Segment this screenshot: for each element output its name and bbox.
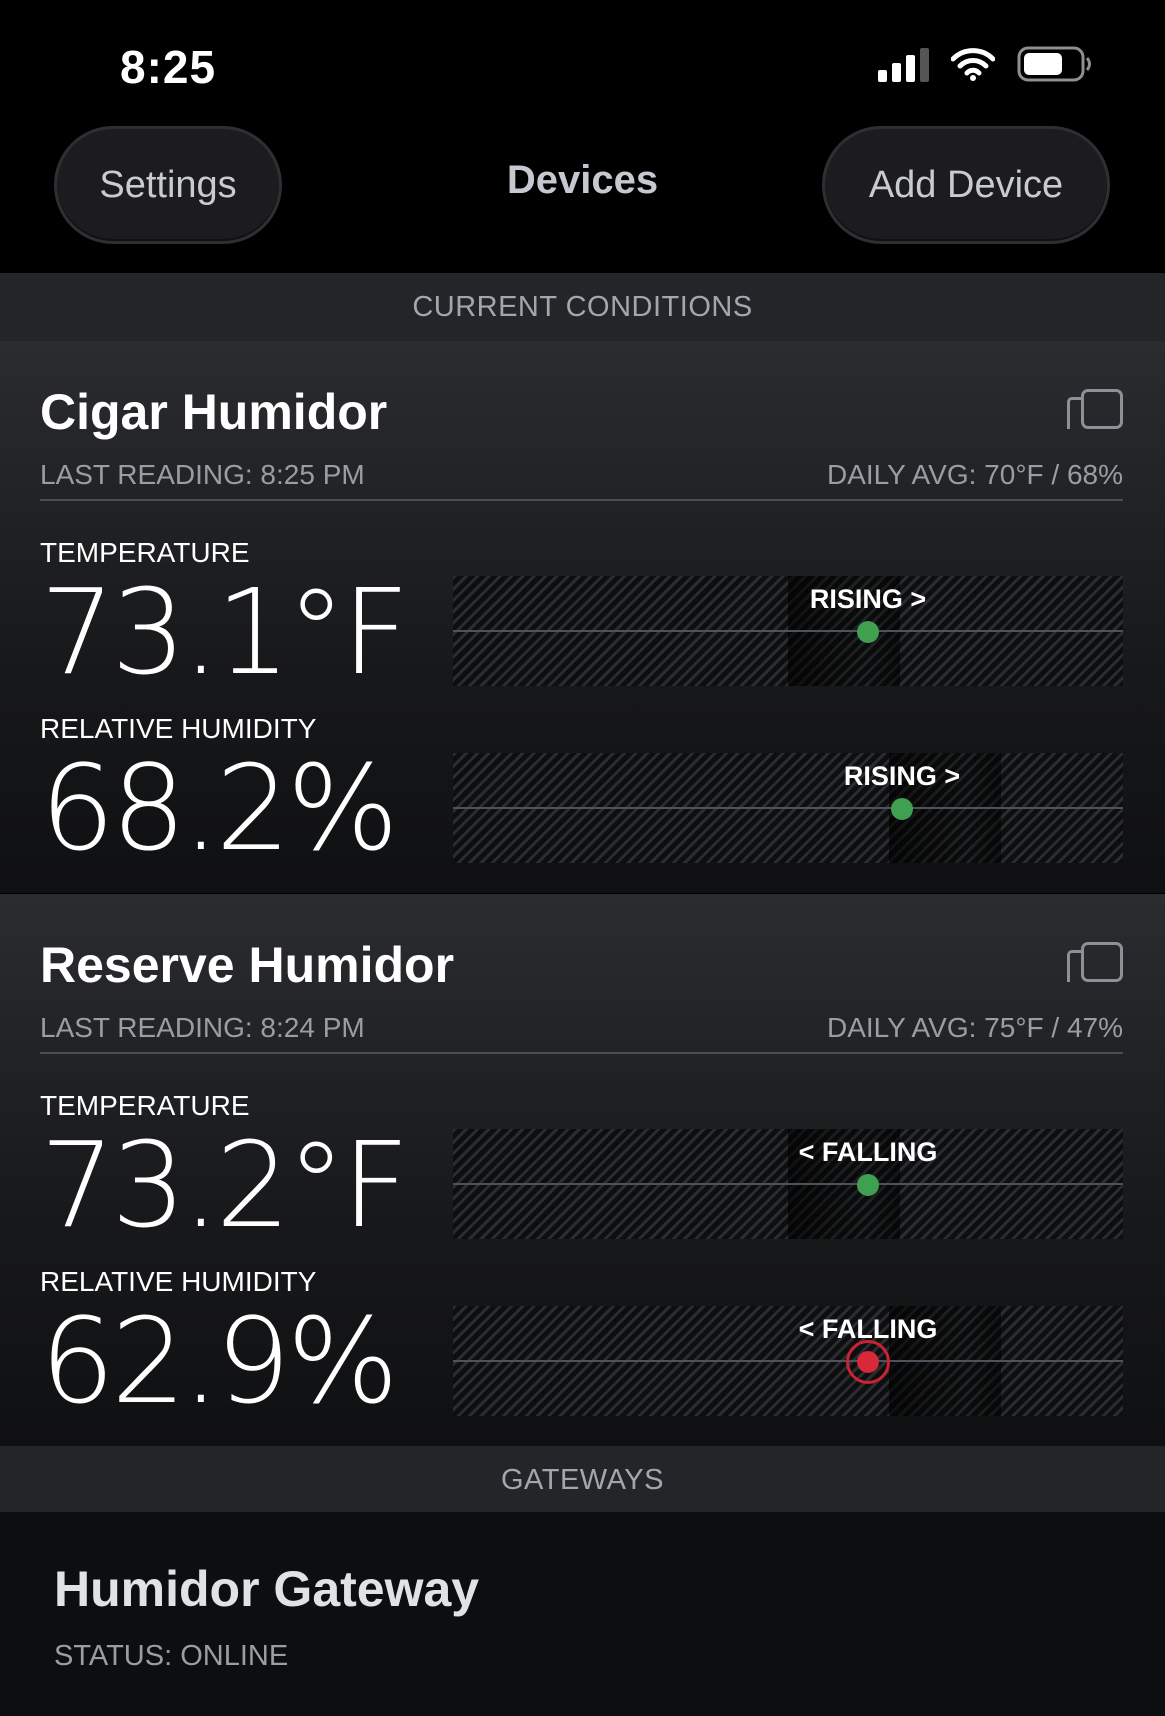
temperature-gauge: RISING > [453, 576, 1123, 686]
gateway-card[interactable]: Humidor Gateway STATUS: ONLINE [0, 1512, 1165, 1716]
humidity-value: 68.2% [40, 739, 399, 877]
divider [40, 499, 1123, 501]
copy-icon[interactable] [1067, 942, 1123, 982]
last-reading: LAST READING: 8:24 PM [40, 1012, 365, 1043]
wifi-icon [951, 48, 995, 81]
reading-dot [857, 1351, 879, 1373]
section-header-current-conditions: CURRENT CONDITIONS [0, 273, 1165, 341]
device-card-reserve-humidor[interactable]: Reserve Humidor LAST READING: 8:24 PM DA… [0, 894, 1165, 1446]
signal-icon [878, 46, 929, 82]
status-icons [878, 46, 1093, 82]
daily-average: DAILY AVG: 70°F / 68% [826, 459, 1123, 490]
temperature-value: 73.1°F [40, 563, 410, 701]
humidity-gauge: RISING > [453, 753, 1123, 863]
battery-icon [1017, 46, 1091, 82]
reading-dot [891, 798, 913, 820]
section-header-gateways: GATEWAYS [0, 1446, 1165, 1514]
add-device-button[interactable]: Add Device [822, 126, 1110, 244]
gateway-name: Humidor Gateway [54, 1561, 480, 1617]
gateway-status: STATUS: ONLINE [54, 1640, 289, 1672]
temperature-gauge: < FALLING [453, 1129, 1123, 1239]
device-name: Reserve Humidor [40, 937, 455, 993]
status-bar: 8:25 [0, 0, 1165, 120]
trend-label: RISING > [809, 584, 927, 614]
humidity-value: 62.9% [40, 1292, 399, 1430]
reading-dot [857, 621, 879, 643]
trend-label: RISING > [843, 761, 961, 791]
devices-screen: 8:25 Settings Devices Add Device CURRENT… [0, 0, 1165, 1716]
humidity-gauge: < FALLING [453, 1306, 1123, 1416]
status-time: 8:25 [120, 41, 217, 93]
copy-icon[interactable] [1067, 389, 1123, 429]
last-reading: LAST READING: 8:25 PM [40, 459, 365, 490]
temperature-value: 73.2°F [40, 1116, 410, 1254]
daily-average: DAILY AVG: 75°F / 47% [826, 1012, 1123, 1043]
device-card-cigar-humidor[interactable]: Cigar Humidor LAST READING: 8:25 PM DAIL… [0, 341, 1165, 893]
divider [40, 1052, 1123, 1054]
device-name: Cigar Humidor [40, 384, 388, 440]
reading-dot [857, 1174, 879, 1196]
nav-bar: Settings Devices Add Device [0, 120, 1165, 273]
trend-label: < FALLING [798, 1137, 938, 1167]
